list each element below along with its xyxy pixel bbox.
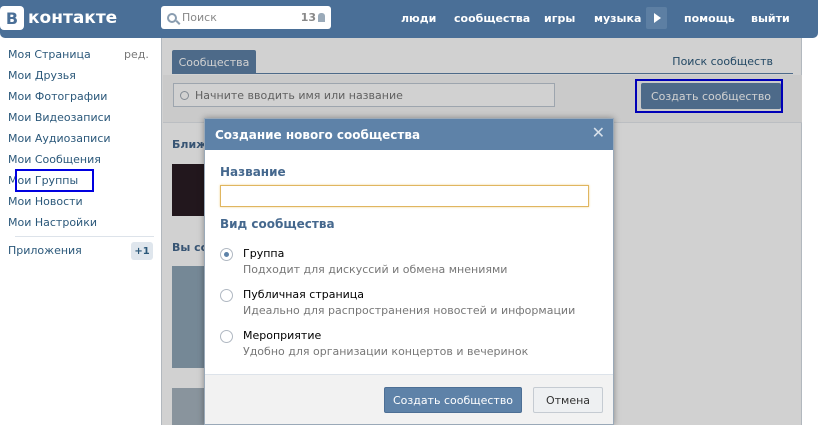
- sidebar-item-videos[interactable]: Мои Видеозаписи: [8, 111, 111, 127]
- person-icon: [318, 13, 325, 22]
- sidebar-item-messages[interactable]: Мои Сообщения: [8, 153, 101, 169]
- dialog-header: Создание нового сообщества ✕: [205, 119, 613, 150]
- sidebar-item-apps[interactable]: Приложения: [8, 244, 82, 260]
- search-count-value: 13: [300, 11, 316, 24]
- nav-communities[interactable]: сообщества: [454, 0, 530, 36]
- dialog-title: Создание нового сообщества: [215, 127, 421, 142]
- community-name-input[interactable]: [220, 185, 589, 207]
- sidebar-item-settings[interactable]: Мои Настройки: [8, 216, 97, 232]
- option-group-title[interactable]: Группа: [243, 247, 284, 260]
- sidebar-divider: [15, 236, 154, 237]
- option-public-page-desc: Идеально для распространения новостей и …: [243, 304, 576, 317]
- option-event-desc: Удобно для организации концертов и вечер…: [243, 345, 529, 358]
- option-public-page-title[interactable]: Публичная страница: [243, 288, 364, 301]
- search-input[interactable]: Поиск 13: [161, 6, 331, 29]
- radio-group[interactable]: [220, 248, 233, 261]
- nav-music[interactable]: музыка: [594, 0, 641, 36]
- sidebar-edit-link[interactable]: ред.: [124, 48, 149, 61]
- cancel-button[interactable]: Отмена: [533, 387, 603, 413]
- apps-badge[interactable]: +1: [131, 242, 153, 260]
- sidebar-item-news[interactable]: Мои Новости: [8, 195, 83, 211]
- sidebar-item-my-page[interactable]: Моя Страница: [8, 48, 91, 64]
- nav-people[interactable]: люди: [401, 0, 436, 36]
- logo-icon: В: [0, 6, 24, 30]
- create-community-dialog: Создание нового сообщества ✕ Название Ви…: [204, 118, 614, 425]
- nav-help[interactable]: помощь: [684, 0, 735, 36]
- radio-public-page[interactable]: [220, 289, 233, 302]
- sidebar-item-friends[interactable]: Мои Друзья: [8, 69, 76, 85]
- top-bar: В контакте Поиск 13 люди сообщества игры…: [0, 0, 818, 38]
- logo[interactable]: В контакте: [0, 4, 117, 32]
- option-group-desc: Подходит для дискуссий и обмена мнениями: [243, 263, 508, 276]
- dialog-footer: Создать сообщество Отмена: [205, 374, 613, 424]
- option-event-title[interactable]: Мероприятие: [243, 329, 321, 342]
- groups-highlight: [15, 169, 94, 192]
- close-icon[interactable]: ✕: [592, 125, 605, 141]
- play-icon[interactable]: [646, 7, 667, 29]
- type-label: Вид сообщества: [220, 217, 335, 231]
- radio-event[interactable]: [220, 330, 233, 343]
- logo-text: контакте: [28, 8, 118, 28]
- sidebar-item-photos[interactable]: Мои Фотографии: [8, 90, 107, 106]
- search-placeholder: Поиск: [182, 11, 217, 24]
- nav-logout[interactable]: выйти: [751, 0, 790, 36]
- name-label: Название: [220, 165, 286, 179]
- sidebar-item-audio[interactable]: Мои Аудиозаписи: [8, 132, 111, 148]
- search-count: 13: [301, 11, 325, 24]
- search-icon: [167, 12, 177, 23]
- nav-games[interactable]: игры: [544, 0, 575, 36]
- submit-create-community-button[interactable]: Создать сообщество: [384, 387, 522, 413]
